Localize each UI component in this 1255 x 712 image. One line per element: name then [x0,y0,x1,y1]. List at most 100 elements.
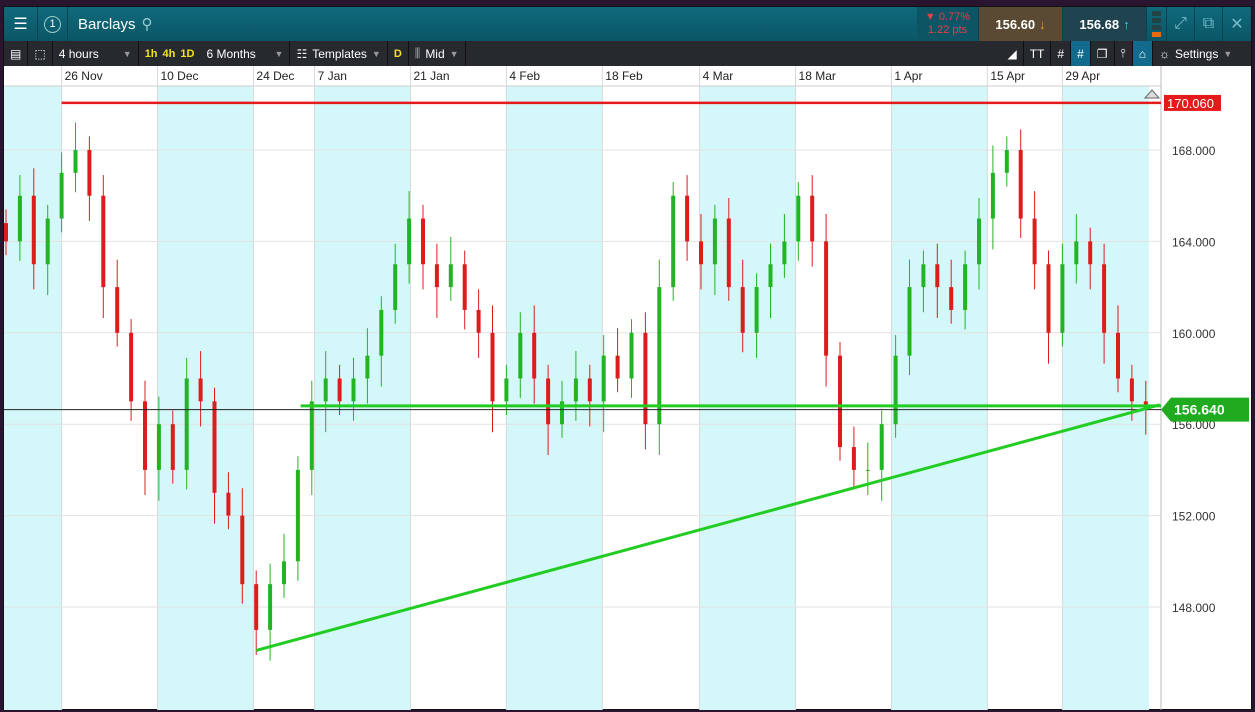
range-value: 6 Months [206,46,256,61]
candle-body [949,287,954,310]
templates-button[interactable]: ☷ Templates ▼ [290,41,388,66]
candle-body [309,401,314,470]
layers-icon[interactable]: ❐ [1091,41,1115,66]
candle-body [282,561,286,585]
date-tick-label: 4 Feb [509,69,540,83]
period-band [699,86,796,710]
candle-body [59,172,64,219]
candle-body [546,378,551,425]
candle-body [740,287,745,333]
price-chart[interactable]: 26 Nov 10 Dec 24 Dec 7 Jan 21 Jan 4 Feb 18 Feb… [4,66,1251,710]
candle-body [143,401,147,470]
price-tick-label: 164.000 [1172,235,1216,249]
candle-body [838,355,842,448]
close-icon[interactable]: ✕ [1223,7,1251,41]
candle-body [351,378,356,402]
list-icon[interactable]: ▤ [4,41,29,66]
candle-body [865,469,870,471]
date-tick-label: 18 Feb [605,69,643,83]
resistance-label: 170.060 [1167,96,1214,111]
candle-body [1074,241,1079,265]
candle-body [977,218,981,265]
candle-body [87,150,92,196]
buy-price: 156.68 [1079,16,1120,32]
candle-body [615,355,620,379]
price-tick-label: 152.000 [1172,510,1216,524]
sliders-icon: ☷ [296,46,308,61]
popout-icon[interactable]: ⧉ [1195,7,1223,41]
candle-body [1088,241,1093,265]
candle-body [921,264,926,288]
d-button[interactable]: D [394,48,402,60]
price-change: ▼ 0.77% 1.22 pts [917,7,979,41]
date-tick-label: 21 Jan [413,69,449,83]
tag-icon[interactable]: ⌂ [1132,41,1153,66]
candle-body [254,584,259,630]
date-tick-label: 4 Mar [703,69,734,83]
candle-body [824,241,829,356]
candle-body [712,218,717,265]
price-tick-label: 172.000 [1172,66,1216,67]
period-band [891,86,988,710]
sell-button[interactable]: 156.60 ↓ [979,7,1063,41]
last-price-label: 156.640 [1174,402,1225,418]
candle-body [1004,150,1009,173]
candle-body [532,332,537,379]
expand-icon[interactable]: ⤢ [1167,7,1195,41]
price-tick-label: 168.000 [1172,144,1216,158]
interval-4h-button[interactable]: 4h [163,48,176,60]
candle-body [156,424,161,470]
layout-icon[interactable]: ⬚ [28,41,53,66]
candle-body [1116,332,1120,379]
settings-button[interactable]: ☼ Settings ▼ [1153,41,1251,66]
candle-body [699,241,703,265]
candle-body [268,584,273,630]
grid-icon[interactable]: # [1051,41,1072,66]
date-tick-label: 29 Apr [1065,69,1100,83]
buy-button[interactable]: 156.68 ↑ [1063,7,1147,41]
interval-1h-button[interactable]: 1h [145,48,158,60]
menu-icon[interactable]: ☰ [4,7,38,41]
candle-body [782,241,787,265]
chart-window: ☰ 1 Barclays ⚲ ▼ 0.77% 1.22 pts 156.60 ↓ 15… [3,6,1252,710]
candle-body [240,515,245,585]
candle-body [490,332,495,402]
price-tick-label: 160.000 [1172,327,1216,341]
link-group-icon[interactable]: 1 [38,7,68,41]
candle-body [935,264,940,288]
price-tick-label: 148.000 [1172,601,1216,615]
candle-body [407,218,412,265]
draw-line-icon[interactable]: ◢ [1001,41,1024,66]
period-band [314,86,411,710]
candle-body [1102,264,1107,333]
candle-body [1032,218,1037,265]
search-icon[interactable]: ⚲ [142,15,153,33]
range-select[interactable]: 6 Months ▼ [200,41,291,66]
templates-label: Templates [312,46,367,61]
candle-body [601,355,606,402]
candle-body [462,264,467,310]
interval-1d-button[interactable]: 1D [180,48,194,60]
price-type-select[interactable]: ⫼ Mid ▼ [409,41,466,66]
candle-body [184,378,189,470]
candle-body [421,218,425,265]
text-icon[interactable]: TT [1024,41,1052,66]
arrow-down-icon: ↓ [1039,16,1046,32]
candle-body [73,150,78,173]
candle-body [587,378,592,402]
candle-body [379,309,384,356]
candle-body [1046,264,1051,333]
candle-body [323,378,328,402]
candle-body [768,264,773,288]
settings-label: Settings [1175,46,1219,61]
period-band [1062,86,1149,710]
candle-body [754,287,759,333]
instrument-title[interactable]: Barclays ⚲ [68,7,917,41]
grid-snap-icon[interactable]: # [1071,41,1091,66]
candle-body [518,332,523,379]
interval-select[interactable]: 4 hours ▼ [53,41,139,66]
title-bar: ☰ 1 Barclays ⚲ ▼ 0.77% 1.22 pts 156.60 ↓ 15… [4,7,1251,41]
candle-body [1018,150,1023,219]
indicator-icon[interactable]: ⫯ [1115,41,1133,66]
candle-body [101,195,106,288]
